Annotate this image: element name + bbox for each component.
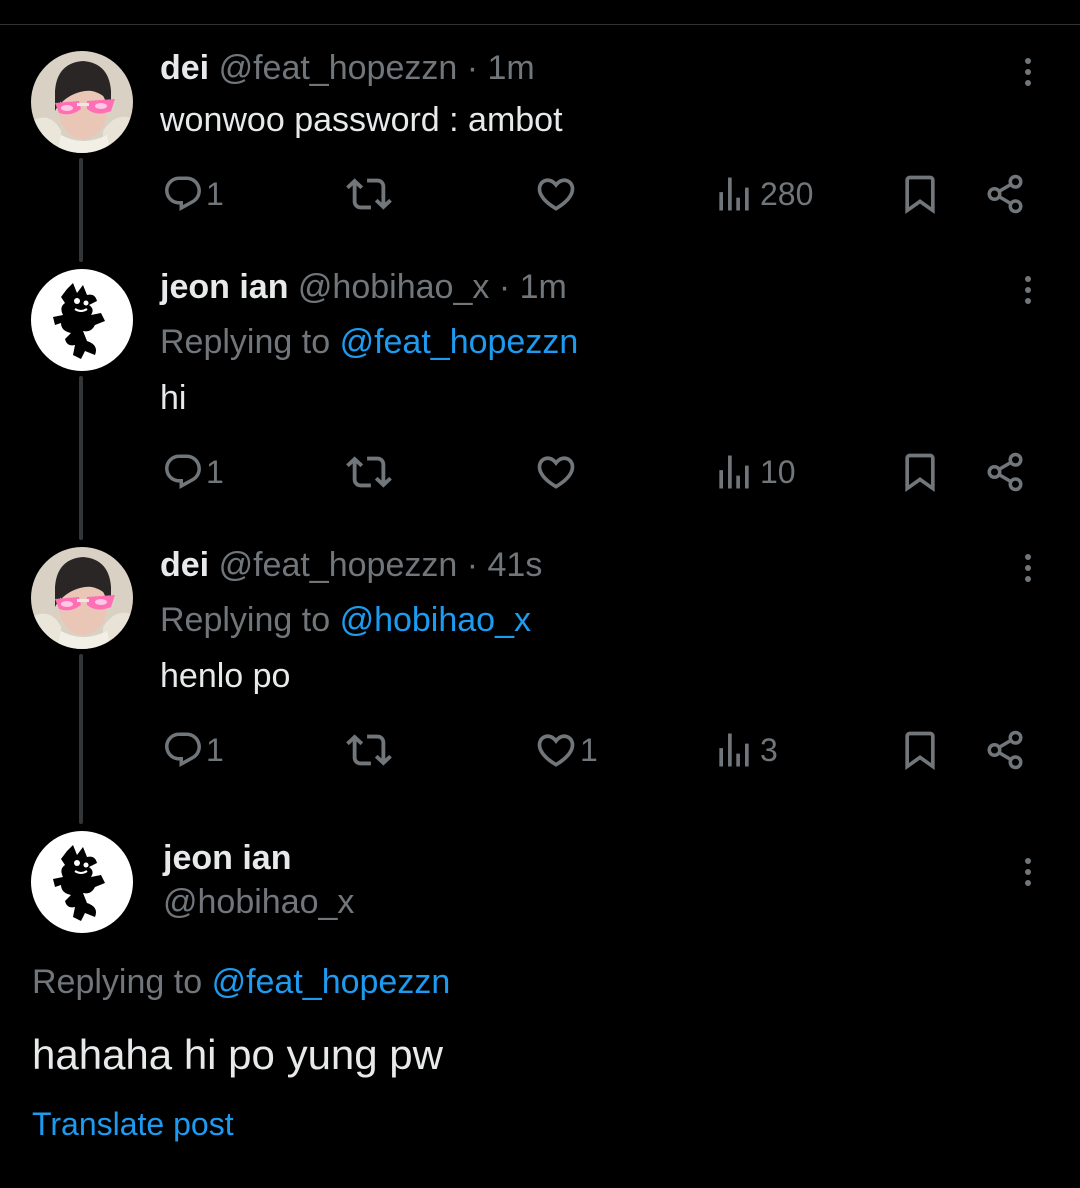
separator-dot: · [498,268,511,306]
avatar[interactable] [31,269,133,371]
views-button[interactable]: 280 [712,170,813,218]
views-icon [712,172,756,216]
share-icon [984,729,1026,771]
reply-icon [162,451,204,493]
replying-to-label: Replying to [32,963,203,1001]
avatar[interactable] [31,831,133,933]
tweet-text: hahaha hi po yung pw [32,1031,443,1078]
share-button[interactable] [984,448,1026,496]
retweet-button[interactable] [346,726,392,774]
share-icon [984,451,1026,493]
action-bar: 1 1 3 [0,726,1080,774]
reply-icon [162,729,204,771]
bookmark-icon [898,728,942,772]
jeon-ian-avatar-image [31,831,133,933]
tweet-header: jeon ian @hobihao_x · 1m [160,267,567,307]
separator-dot: · [466,546,479,584]
retweet-button[interactable] [346,170,392,218]
views-button[interactable]: 3 [712,726,778,774]
reply-button[interactable]: 1 [162,448,224,496]
replying-to-handle[interactable]: @feat_hopezzn [212,963,451,1001]
replying-to: Replying to @feat_hopezzn [160,322,578,362]
tweet-text: henlo po [160,657,291,695]
views-count: 10 [760,453,796,490]
views-count: 280 [760,175,814,212]
replying-to: Replying to @hobihao_x [160,600,531,640]
timestamp[interactable]: 1m [520,268,567,306]
more-icon[interactable] [1014,52,1042,92]
retweet-button[interactable] [346,448,392,496]
share-button[interactable] [984,726,1026,774]
dei-avatar-image [31,547,133,649]
reply-count: 1 [206,731,224,768]
replying-to-handle[interactable]: @hobihao_x [340,601,531,639]
tweet-text: hi [160,379,187,417]
timestamp[interactable]: 1m [488,49,535,87]
display-name[interactable]: jeon ian [163,838,291,878]
reply-count: 1 [206,175,224,212]
reply-count: 1 [206,453,224,490]
bookmark-icon [898,450,942,494]
reply-button[interactable]: 1 [162,726,224,774]
top-divider [0,24,1080,25]
reply-button[interactable]: 1 [162,170,224,218]
views-count: 3 [760,731,778,768]
thread-view: dei @feat_hopezzn · 1m wonwoo password :… [0,0,1080,1188]
like-icon [534,728,578,772]
separator-dot: · [466,49,479,87]
timestamp[interactable]: 41s [488,546,543,584]
like-button[interactable] [534,170,580,218]
share-button[interactable] [984,170,1026,218]
user-handle[interactable]: @hobihao_x [298,268,489,306]
display-name[interactable]: jeon ian [160,268,288,306]
replying-to-label: Replying to [160,323,331,361]
tweet-text: wonwoo password : ambot [160,101,563,139]
like-icon [534,450,578,494]
bookmark-icon [898,172,942,216]
replying-to: Replying to @feat_hopezzn [32,962,450,1002]
views-button[interactable]: 10 [712,448,796,496]
user-handle[interactable]: @feat_hopezzn [219,49,458,87]
retweet-icon [346,171,392,217]
translate-post-link[interactable]: Translate post [32,1104,234,1144]
like-count: 1 [580,731,598,768]
tweet-header: dei @feat_hopezzn · 1m [160,48,535,88]
avatar[interactable] [31,547,133,649]
more-icon[interactable] [1014,270,1042,310]
bookmark-button[interactable] [898,170,942,218]
tweet-header: dei @feat_hopezzn · 41s [160,545,542,585]
more-icon[interactable] [1014,548,1042,588]
bookmark-button[interactable] [898,448,942,496]
bookmark-button[interactable] [898,726,942,774]
views-icon [712,728,756,772]
retweet-icon [346,727,392,773]
avatar[interactable] [31,51,133,153]
like-button[interactable] [534,448,580,496]
share-icon [984,173,1026,215]
reply-icon [162,173,204,215]
action-bar: 1 10 [0,448,1080,496]
jeon-ian-avatar-image [31,269,133,371]
more-icon[interactable] [1014,852,1042,892]
like-icon [534,172,578,216]
like-button[interactable]: 1 [534,726,598,774]
replying-to-label: Replying to [160,601,331,639]
display-name[interactable]: dei [160,546,209,584]
views-icon [712,450,756,494]
display-name[interactable]: dei [160,49,209,87]
replying-to-handle[interactable]: @feat_hopezzn [340,323,579,361]
action-bar: 1 280 [0,170,1080,218]
retweet-icon [346,449,392,495]
dei-avatar-image [31,51,133,153]
user-handle[interactable]: @hobihao_x [163,882,354,922]
user-handle[interactable]: @feat_hopezzn [219,546,458,584]
